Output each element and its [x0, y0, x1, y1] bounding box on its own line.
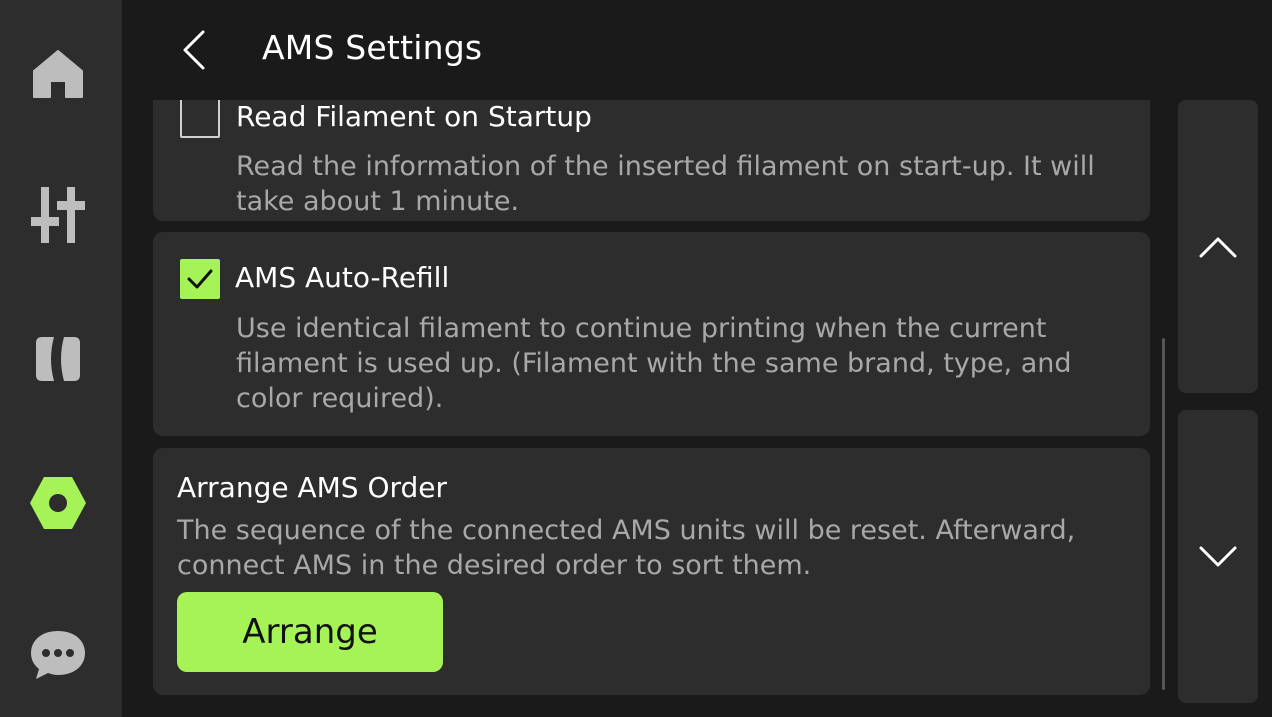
option-description: Read the information of the inserted fil…: [236, 151, 1095, 217]
settings-list[interactable]: Read Filament on Startup Read the inform…: [122, 100, 1172, 717]
sidebar: [0, 0, 122, 717]
chevron-down-icon: [1199, 546, 1237, 566]
arrange-button[interactable]: Arrange: [177, 592, 443, 672]
option-title: AMS Auto-Refill: [235, 261, 450, 294]
option-title: Read Filament on Startup: [236, 100, 592, 133]
option-description: Use identical filament to continue print…: [236, 313, 1072, 414]
chevron-left-icon: [183, 30, 205, 70]
scrollbar[interactable]: [1162, 338, 1165, 690]
nav-home[interactable]: [25, 40, 91, 106]
chat-icon: [31, 631, 85, 679]
top-bar: AMS Settings: [122, 0, 1272, 100]
nav-controls[interactable]: [25, 182, 91, 248]
scroll-down-button[interactable]: [1178, 410, 1258, 703]
auto-refill-checkbox[interactable]: [180, 259, 220, 299]
read-startup-checkbox[interactable]: [180, 100, 220, 138]
page-title: AMS Settings: [262, 28, 483, 67]
nav-settings[interactable]: [25, 470, 91, 536]
option-card-auto-refill: AMS Auto-Refill Use identical filament t…: [153, 232, 1150, 436]
checkmark-icon: [187, 269, 213, 289]
filament-icon: [36, 337, 80, 381]
scroll-up-button[interactable]: [1178, 100, 1258, 393]
arrange-card: Arrange AMS Order The sequence of the co…: [153, 448, 1150, 695]
chevron-up-icon: [1199, 237, 1237, 257]
nav-chat[interactable]: [25, 620, 91, 686]
nav-filament[interactable]: [25, 326, 91, 392]
arrange-description: The sequence of the connected AMS units …: [177, 515, 1076, 581]
arrange-title: Arrange AMS Order: [177, 471, 448, 504]
controls-icon: [31, 187, 85, 243]
back-button[interactable]: [174, 26, 214, 74]
home-icon: [33, 50, 83, 98]
settings-icon: [30, 477, 86, 529]
option-card-read-startup: Read Filament on Startup Read the inform…: [153, 100, 1150, 221]
